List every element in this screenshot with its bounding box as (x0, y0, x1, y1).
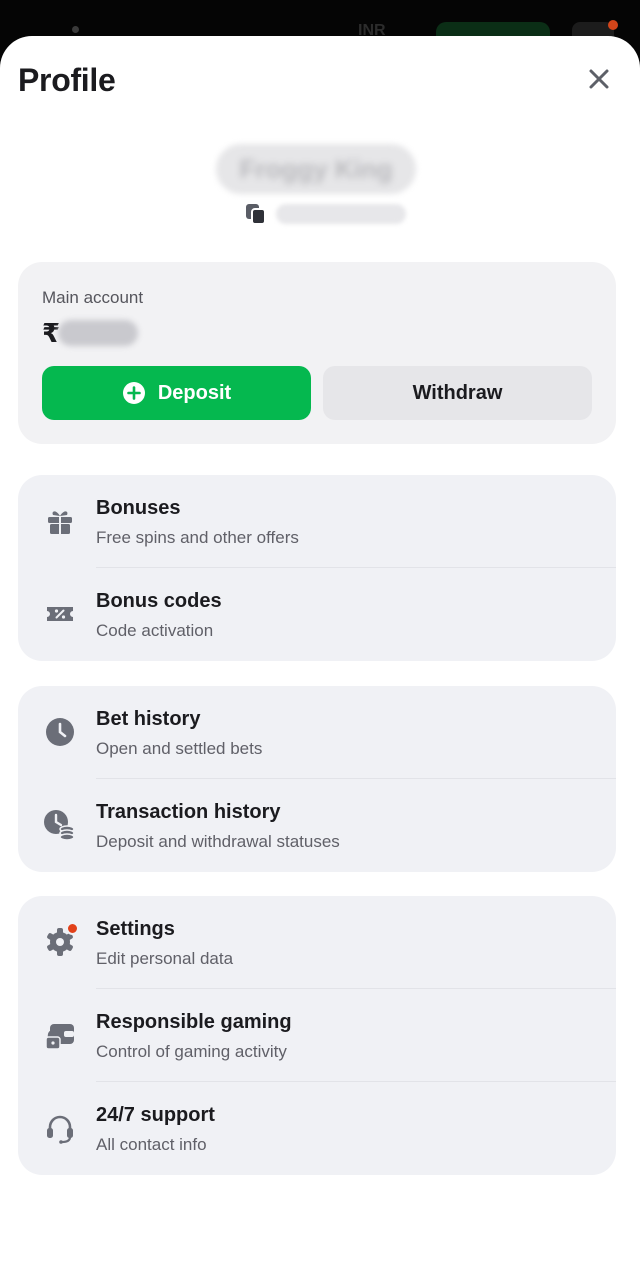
close-button[interactable] (580, 60, 618, 98)
menu-item-subtitle: Free spins and other offers (96, 528, 299, 547)
menu-item-subtitle: Deposit and withdrawal statuses (96, 832, 340, 851)
menu-item-title: Bonus codes (96, 590, 222, 612)
menu-item-title: Transaction history (96, 801, 281, 823)
menu-item-subtitle: Control of gaming activity (96, 1042, 287, 1061)
wallet-lock-icon (42, 1017, 78, 1053)
background-notification-badge (608, 20, 618, 30)
main-account-card: Main account ₹ Deposit Withdraw (18, 262, 616, 444)
menu-item-title: Bet history (96, 708, 201, 730)
menu-item-settings[interactable]: Settings Edit personal data (18, 896, 616, 989)
deposit-button[interactable]: Deposit (42, 366, 311, 420)
menu-item-bet-history[interactable]: Bet history Open and settled bets (18, 686, 616, 779)
clock-coins-icon (42, 807, 78, 843)
menu-item-bonuses[interactable]: Bonuses Free spins and other offers (18, 475, 616, 568)
user-id-blurred (276, 204, 406, 224)
settings-notification-badge (66, 922, 79, 935)
menu-item-title: Responsible gaming (96, 1011, 292, 1033)
balance-blurred (58, 320, 139, 346)
clock-icon (42, 714, 78, 750)
menu-item-subtitle: All contact info (96, 1135, 207, 1154)
account-balance: ₹ (42, 318, 139, 348)
user-name-blurred: Froggy King (216, 144, 416, 194)
settings-card: Settings Edit personal data Responsible … (18, 896, 616, 1175)
plus-circle-icon (122, 382, 145, 404)
page-title: Profile (18, 62, 116, 98)
copy-icon[interactable] (244, 202, 268, 226)
profile-sheet: Profile Froggy King Main account ₹ Depos… (0, 36, 640, 1280)
menu-item-transaction-history[interactable]: Transaction history Deposit and withdraw… (18, 779, 616, 872)
menu-item-support[interactable]: 24/7 support All contact info (18, 1082, 616, 1175)
menu-item-subtitle: Code activation (96, 621, 214, 640)
gift-icon (42, 503, 78, 539)
menu-item-subtitle: Edit personal data (96, 949, 234, 968)
deposit-label: Deposit (157, 381, 232, 404)
menu-item-subtitle: Open and settled bets (96, 739, 263, 758)
user-id-row (244, 202, 406, 226)
withdraw-button[interactable]: Withdraw (323, 366, 592, 420)
menu-item-title: Settings (96, 918, 175, 940)
close-icon (589, 69, 609, 89)
headset-icon (42, 1110, 78, 1146)
menu-item-bonus-codes[interactable]: Bonus codes Code activation (18, 568, 616, 661)
ticket-percent-icon (42, 596, 78, 632)
withdraw-label: Withdraw (412, 381, 503, 404)
menu-item-title: Bonuses (96, 497, 181, 519)
menu-item-title: 24/7 support (96, 1104, 215, 1126)
bonuses-card: Bonuses Free spins and other offers Bonu… (18, 475, 616, 661)
account-label: Main account (42, 288, 144, 307)
background-menu-dot (72, 26, 79, 33)
history-card: Bet history Open and settled bets Transa… (18, 686, 616, 872)
menu-item-responsible-gaming[interactable]: Responsible gaming Control of gaming act… (18, 989, 616, 1082)
